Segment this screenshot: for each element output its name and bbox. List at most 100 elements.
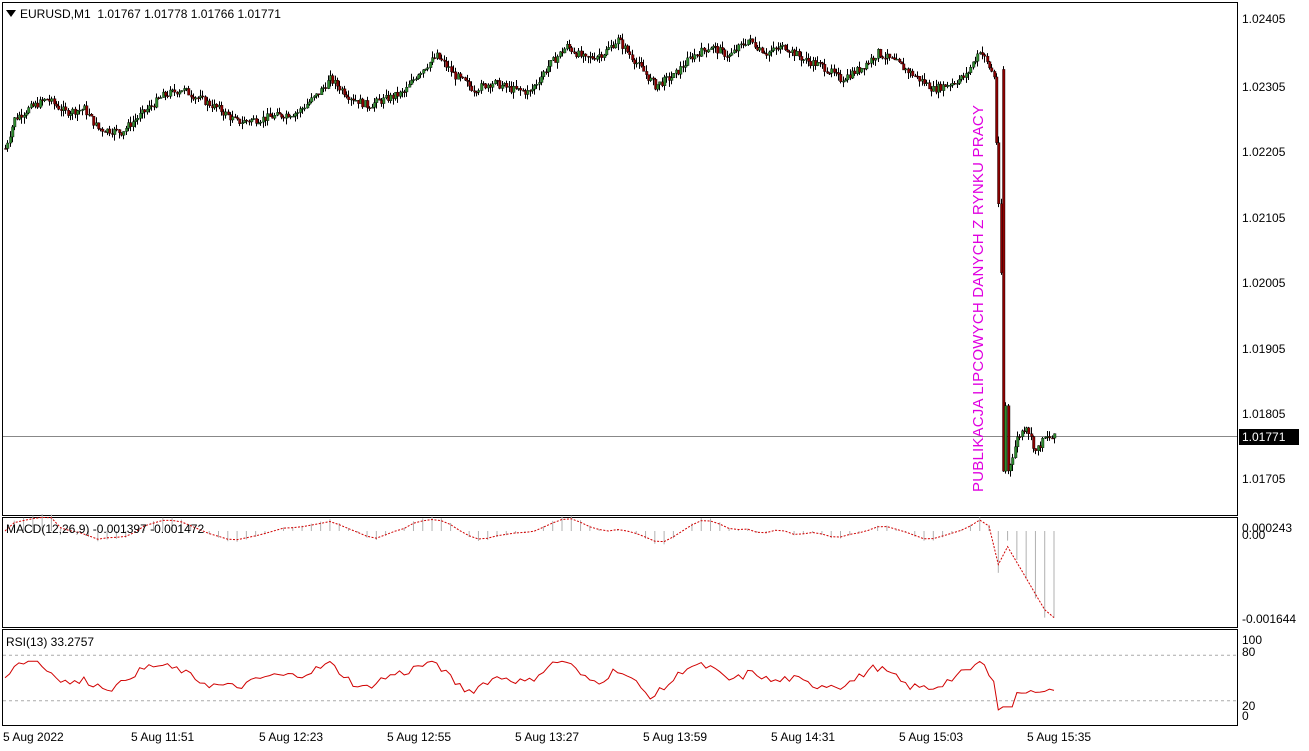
bear-candle (450, 66, 454, 73)
price-label: 1.02005 (1242, 276, 1286, 290)
bull-candle (925, 82, 929, 84)
bear-candle (324, 87, 328, 89)
bull-candle (540, 76, 544, 83)
bear-candle (911, 70, 915, 77)
bull-candle (43, 98, 47, 101)
bull-candle (296, 112, 300, 114)
bull-candle (13, 117, 17, 128)
bear-candle (823, 63, 827, 72)
bear-candle (150, 105, 154, 107)
bear-candle (461, 76, 465, 79)
chart-svg (3, 33, 1237, 711)
bear-candle (173, 89, 177, 93)
bear-candle (498, 80, 502, 89)
bear-candle (269, 113, 273, 117)
bear-candle (166, 95, 170, 97)
bear-candle (1018, 436, 1022, 438)
bull-candle (313, 95, 317, 98)
bear-candle (345, 94, 349, 98)
bull-candle (327, 80, 331, 89)
bear-candle (573, 51, 577, 54)
bull-candle (860, 68, 864, 73)
time-label: 5 Aug 13:27 (515, 730, 580, 744)
bear-candle (621, 39, 625, 49)
bear-candle (519, 88, 523, 91)
bear-candle (331, 75, 335, 84)
bull-candle (422, 69, 426, 74)
bull-candle (306, 104, 310, 109)
bear-candle (652, 77, 656, 80)
bear-candle (278, 112, 282, 115)
bear-candle (784, 44, 788, 50)
rsi-line (4, 660, 1055, 711)
time-label: 5 Aug 15:03 (899, 730, 964, 744)
bull-candle (649, 77, 653, 81)
bear-candle (645, 71, 649, 75)
bear-candle (898, 58, 902, 63)
price-label: 1.02405 (1242, 12, 1286, 26)
bear-candle (1007, 405, 1011, 472)
bear-candle (993, 71, 997, 78)
bull-candle (477, 90, 481, 93)
bull-candle (373, 102, 377, 108)
bear-candle (115, 128, 119, 131)
bear-candle (55, 103, 59, 107)
bear-candle (1032, 436, 1036, 449)
bull-candle (686, 57, 690, 66)
price-label: 1.01905 (1242, 342, 1286, 356)
bull-candle (426, 67, 430, 70)
bull-candle (512, 85, 516, 93)
bear-candle (1034, 448, 1038, 451)
bull-candle (178, 91, 182, 95)
bear-candle (600, 54, 604, 58)
bear-candle (459, 73, 463, 78)
bear-candle (1030, 433, 1034, 437)
bull-candle (375, 98, 379, 103)
bull-candle (656, 84, 660, 90)
bear-candle (990, 67, 994, 72)
bull-candle (932, 86, 936, 92)
bull-candle (747, 39, 751, 45)
bear-candle (464, 77, 468, 81)
price-label: 1.02105 (1242, 211, 1286, 225)
bear-candle (568, 44, 572, 48)
bull-candle (289, 116, 293, 118)
bear-candle (473, 90, 477, 93)
bear-candle (879, 49, 883, 57)
bull-candle (146, 108, 150, 113)
bear-candle (888, 53, 892, 58)
bull-candle (155, 97, 159, 108)
bear-candle (118, 129, 122, 133)
bear-candle (962, 75, 966, 78)
triangle-down-icon[interactable] (6, 10, 16, 17)
bull-candle (429, 62, 433, 68)
bear-candle (721, 47, 725, 50)
bull-candle (122, 131, 126, 136)
bear-candle (628, 51, 632, 55)
bear-candle (986, 55, 990, 62)
bear-candle (716, 46, 720, 54)
bull-candle (266, 113, 270, 121)
bull-candle (542, 71, 546, 77)
bear-candle (833, 68, 837, 73)
bear-candle (282, 116, 286, 119)
bear-candle (584, 53, 588, 57)
bear-candle (484, 83, 488, 89)
bull-candle (6, 142, 10, 149)
bear-candle (837, 72, 841, 75)
bull-candle (607, 47, 611, 50)
time-label: 5 Aug 15:35 (1027, 730, 1092, 744)
bull-candle (972, 61, 976, 68)
release-annotation: PUBLIKACJA LIPCOWYCH DANYCH Z RYNKU PRAC… (970, 104, 987, 492)
bull-candle (50, 98, 54, 102)
bull-candle (382, 97, 386, 104)
bear-candle (640, 62, 644, 67)
bull-candle (758, 47, 762, 51)
bull-candle (874, 58, 878, 61)
bear-candle (438, 52, 442, 60)
bull-candle (491, 83, 495, 88)
bear-candle (238, 118, 242, 124)
bull-candle (830, 68, 834, 74)
bull-candle (958, 79, 962, 84)
bear-candle (470, 85, 474, 91)
